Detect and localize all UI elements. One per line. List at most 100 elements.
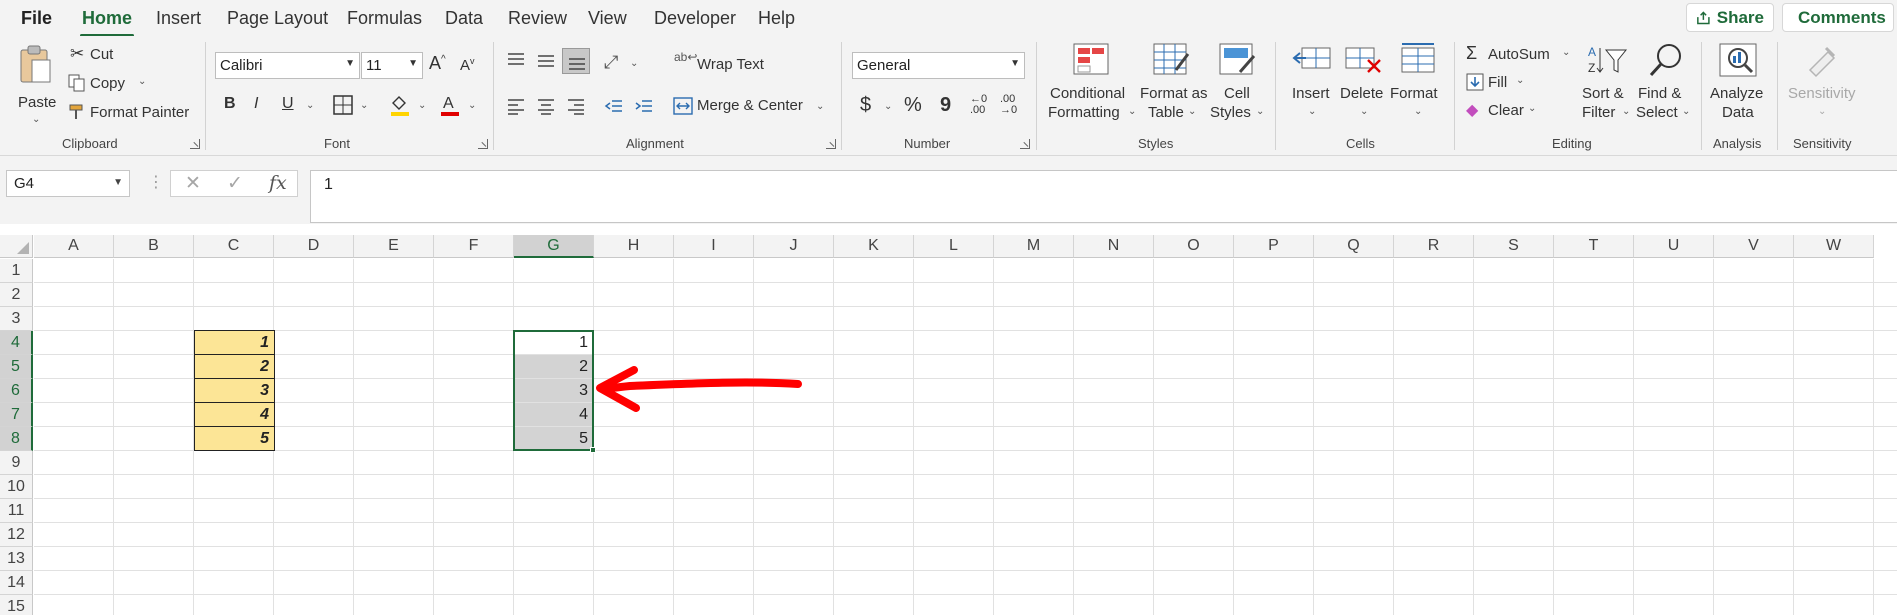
cell-c5[interactable]: 2: [194, 354, 275, 379]
copy-button[interactable]: Copy ⌄: [68, 73, 158, 95]
column-header-r[interactable]: R: [1394, 235, 1474, 258]
column-header-s[interactable]: S: [1474, 235, 1554, 258]
share-button[interactable]: Share: [1686, 3, 1774, 32]
column-header-e[interactable]: E: [354, 235, 434, 258]
decrease-font-icon[interactable]: Av: [460, 56, 475, 74]
increase-decimal-button[interactable]: ←0 .00: [970, 94, 996, 116]
row-header-6[interactable]: 6: [0, 379, 33, 403]
tab-insert[interactable]: Insert: [156, 8, 201, 29]
tab-formulas[interactable]: Formulas: [347, 8, 422, 29]
column-header-l[interactable]: L: [914, 235, 994, 258]
clipboard-launcher-icon[interactable]: [190, 139, 200, 149]
enter-icon[interactable]: ✓: [227, 172, 243, 195]
sort-filter-button[interactable]: AZ Sort & Filter ⌄: [1580, 42, 1636, 132]
align-bottom-button[interactable]: [562, 48, 590, 74]
tab-review[interactable]: Review: [508, 8, 567, 29]
paste-button[interactable]: Paste ⌄: [14, 44, 58, 125]
column-header-w[interactable]: W: [1794, 235, 1874, 258]
row-header-4[interactable]: 4: [0, 331, 33, 355]
row-header-10[interactable]: 10: [0, 475, 33, 499]
currency-format-button[interactable]: $: [860, 94, 871, 117]
row-header-14[interactable]: 14: [0, 571, 33, 595]
analyze-data-button[interactable]: Analyze Data: [1708, 42, 1768, 132]
column-header-h[interactable]: H: [594, 235, 674, 258]
font-color-icon[interactable]: A: [439, 93, 461, 117]
column-header-g[interactable]: G: [514, 235, 594, 258]
borders-icon[interactable]: [333, 95, 353, 115]
row-header-5[interactable]: 5: [0, 355, 33, 379]
align-center-icon[interactable]: [536, 98, 556, 116]
conditional-formatting-button[interactable]: Conditional Formatting ⌄: [1048, 42, 1136, 132]
row-header-9[interactable]: 9: [0, 451, 33, 475]
tab-data[interactable]: Data: [445, 8, 483, 29]
column-header-v[interactable]: V: [1714, 235, 1794, 258]
tab-file[interactable]: File: [21, 8, 52, 29]
row-header-8[interactable]: 8: [0, 427, 33, 451]
column-header-u[interactable]: U: [1634, 235, 1714, 258]
tab-help[interactable]: Help: [758, 8, 795, 29]
format-cells-button[interactable]: Format ⌄: [1390, 42, 1444, 132]
fill-color-icon[interactable]: [389, 93, 411, 117]
column-header-n[interactable]: N: [1074, 235, 1154, 258]
autosum-button[interactable]: Σ AutoSum ⌄: [1466, 43, 1576, 66]
formula-input[interactable]: 1: [310, 170, 1897, 223]
cell-c7[interactable]: 4: [194, 402, 275, 427]
column-header-f[interactable]: F: [434, 235, 514, 258]
number-launcher-icon[interactable]: [1020, 139, 1030, 149]
tab-view[interactable]: View: [588, 8, 627, 29]
number-format-select[interactable]: General ▼: [852, 52, 1025, 79]
italic-button[interactable]: I: [254, 95, 258, 113]
increase-indent-icon[interactable]: [634, 98, 654, 116]
row-header-12[interactable]: 12: [0, 523, 33, 547]
column-header-d[interactable]: D: [274, 235, 354, 258]
worksheet-grid[interactable]: ABCDEFGHIJKLMNOPQRSTUVW 1 2 3 4 5 6 7 8 9 10 11 12 1…: [0, 224, 1897, 615]
column-header-c[interactable]: C: [194, 235, 274, 258]
cell-c6[interactable]: 3: [194, 378, 275, 403]
delete-cells-button[interactable]: Delete ⌄: [1338, 42, 1388, 132]
cell-c4[interactable]: 1: [194, 330, 275, 355]
column-header-q[interactable]: Q: [1314, 235, 1394, 258]
alignment-launcher-icon[interactable]: [826, 139, 836, 149]
font-name-select[interactable]: Calibri ▼: [215, 52, 360, 79]
tab-home[interactable]: Home: [79, 8, 135, 37]
drag-handle-icon[interactable]: ⋮: [148, 172, 164, 192]
column-header-i[interactable]: I: [674, 235, 754, 258]
cancel-icon[interactable]: ✕: [185, 172, 201, 195]
column-header-j[interactable]: J: [754, 235, 834, 258]
tab-developer[interactable]: Developer: [654, 8, 736, 29]
merge-center-button[interactable]: Merge & Center: [697, 97, 803, 114]
column-header-o[interactable]: O: [1154, 235, 1234, 258]
row-header-1[interactable]: 1: [0, 259, 33, 283]
tab-page-layout[interactable]: Page Layout: [227, 8, 328, 29]
orientation-icon[interactable]: ⤢: [604, 52, 618, 73]
comma-format-button[interactable]: 9: [940, 94, 951, 117]
insert-function-icon[interactable]: fx: [269, 172, 287, 194]
decrease-indent-icon[interactable]: [604, 98, 624, 116]
wrap-text-button[interactable]: Wrap Text: [697, 56, 764, 73]
fill-handle[interactable]: [590, 447, 596, 453]
format-as-table-button[interactable]: Format as Table ⌄: [1138, 42, 1208, 132]
cell-c8[interactable]: 5: [194, 426, 275, 451]
font-launcher-icon[interactable]: [478, 139, 488, 149]
column-header-k[interactable]: K: [834, 235, 914, 258]
font-size-select[interactable]: 11 ▼: [361, 52, 423, 79]
column-header-p[interactable]: P: [1234, 235, 1314, 258]
row-header-13[interactable]: 13: [0, 547, 33, 571]
name-box[interactable]: G4 ▼: [6, 170, 130, 197]
percent-format-button[interactable]: %: [904, 94, 922, 117]
column-header-m[interactable]: M: [994, 235, 1074, 258]
cut-button[interactable]: ✂ Cut: [68, 44, 128, 66]
align-left-icon[interactable]: [506, 98, 526, 116]
column-header-t[interactable]: T: [1554, 235, 1634, 258]
fill-button[interactable]: Fill ⌄: [1466, 72, 1546, 94]
cell-styles-button[interactable]: Cell Styles ⌄: [1210, 42, 1266, 132]
column-header-a[interactable]: A: [34, 235, 114, 258]
clear-button[interactable]: ◆ Clear ⌄: [1466, 100, 1552, 122]
row-header-7[interactable]: 7: [0, 403, 33, 427]
row-header-2[interactable]: 2: [0, 283, 33, 307]
bold-button[interactable]: B: [224, 95, 236, 113]
insert-cells-button[interactable]: Insert ⌄: [1288, 42, 1336, 132]
increase-font-icon[interactable]: A^: [429, 53, 446, 74]
decrease-decimal-button[interactable]: .00 →0: [1000, 94, 1026, 116]
align-right-icon[interactable]: [566, 98, 586, 116]
